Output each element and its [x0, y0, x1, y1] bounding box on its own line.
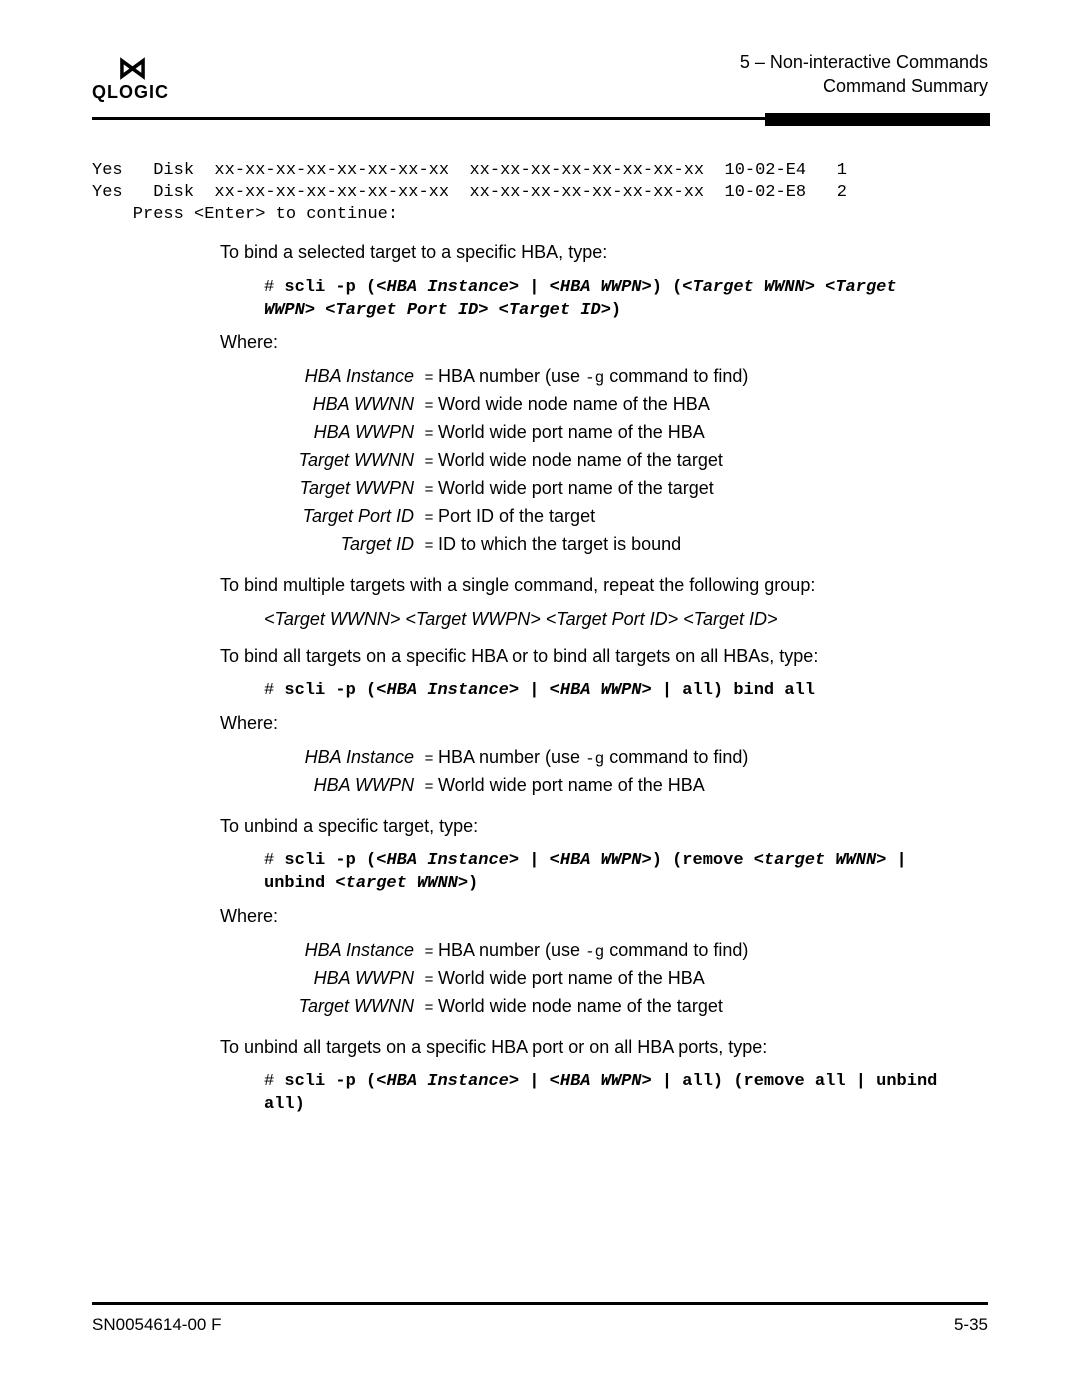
definition-desc: HBA number (use -g command to find) — [438, 744, 988, 772]
equals-sign: = — [420, 367, 438, 390]
equals-sign: = — [420, 969, 438, 992]
where-label: Where: — [220, 906, 988, 927]
definition-term: Target WWNN — [272, 993, 420, 1021]
paragraph: To unbind all targets on a specific HBA … — [220, 1035, 988, 1059]
page: ⋈ QLOGIC 5 – Non-interactive Commands Co… — [0, 0, 1080, 1397]
definition-row: HBA Instance=HBA number (use -g command … — [272, 363, 988, 391]
definition-row: HBA WWPN=World wide port name of the HBA — [272, 965, 988, 993]
equals-sign: = — [420, 395, 438, 418]
definition-desc: World wide port name of the HBA — [438, 772, 988, 800]
chapter-title: 5 – Non-interactive Commands — [740, 50, 988, 74]
definition-desc: HBA number (use -g command to find) — [438, 937, 988, 965]
definition-desc: Port ID of the target — [438, 503, 988, 531]
console-line: Yes Disk xx-xx-xx-xx-xx-xx-xx-xx xx-xx-x… — [92, 183, 847, 202]
definition-desc: World wide node name of the target — [438, 993, 988, 1021]
definition-row: HBA Instance=HBA number (use -g command … — [272, 937, 988, 965]
definition-term: Target ID — [272, 531, 420, 559]
definition-term: HBA WWPN — [272, 419, 420, 447]
definition-desc: ID to which the target is bound — [438, 531, 988, 559]
definition-list: HBA Instance=HBA number (use -g command … — [272, 937, 988, 1021]
prompt: # — [264, 681, 284, 700]
definition-row: HBA WWPN=World wide port name of the HBA — [272, 772, 988, 800]
console-line: Press <Enter> to continue: — [92, 205, 398, 224]
where-label: Where: — [220, 713, 988, 734]
definition-term: Target WWNN — [272, 447, 420, 475]
prompt: # — [264, 1072, 284, 1091]
definition-row: Target ID=ID to which the target is boun… — [272, 531, 988, 559]
prompt: # — [264, 851, 284, 870]
paragraph: To bind a selected target to a specific … — [220, 240, 988, 264]
definition-term: HBA Instance — [272, 363, 420, 391]
command-block: # scli -p (<HBA Instance> | <HBA WWPN>) … — [264, 850, 948, 896]
paragraph: To bind multiple targets with a single c… — [220, 573, 988, 597]
definition-row: Target Port ID=Port ID of the target — [272, 503, 988, 531]
equals-sign: = — [420, 507, 438, 530]
paragraph: To unbind a specific target, type: — [220, 814, 988, 838]
footer-right: 5-35 — [954, 1315, 988, 1335]
definition-row: Target WWNN=World wide node name of the … — [272, 447, 988, 475]
definition-list: HBA Instance=HBA number (use -g command … — [272, 744, 988, 800]
definition-desc: World wide port name of the HBA — [438, 965, 988, 993]
definition-term: HBA WWPN — [272, 772, 420, 800]
equals-sign: = — [420, 776, 438, 799]
prompt: # — [264, 278, 284, 297]
header-titles: 5 – Non-interactive Commands Command Sum… — [740, 50, 988, 99]
equals-sign: = — [420, 451, 438, 474]
content: Yes Disk xx-xx-xx-xx-xx-xx-xx-xx xx-xx-x… — [92, 160, 988, 1117]
definition-row: HBA WWPN=World wide port name of the HBA — [272, 419, 988, 447]
definition-term: HBA WWPN — [272, 965, 420, 993]
equals-sign: = — [420, 423, 438, 446]
definition-desc: World wide port name of the target — [438, 475, 988, 503]
section-title: Command Summary — [740, 74, 988, 98]
definition-term: HBA Instance — [272, 744, 420, 772]
definition-desc: Word wide node name of the HBA — [438, 391, 988, 419]
header-blackbar — [765, 113, 990, 126]
logo: ⋈ QLOGIC — [92, 54, 169, 103]
definition-desc: World wide node name of the target — [438, 447, 988, 475]
repeat-group: <Target WWNN> <Target WWPN> <Target Port… — [264, 609, 988, 630]
definition-row: Target WWNN=World wide node name of the … — [272, 993, 988, 1021]
equals-sign: = — [420, 535, 438, 558]
definition-term: HBA WWNN — [272, 391, 420, 419]
definition-row: Target WWPN=World wide port name of the … — [272, 475, 988, 503]
equals-sign: = — [420, 997, 438, 1020]
equals-sign: = — [420, 941, 438, 964]
definition-row: HBA Instance=HBA number (use -g command … — [272, 744, 988, 772]
definition-desc: HBA number (use -g command to find) — [438, 363, 988, 391]
definition-desc: World wide port name of the HBA — [438, 419, 988, 447]
page-footer: SN0054614-00 F 5-35 — [92, 1302, 988, 1335]
command-block: # scli -p (<HBA Instance> | <HBA WWPN>) … — [264, 277, 948, 323]
definition-term: HBA Instance — [272, 937, 420, 965]
console-line: Yes Disk xx-xx-xx-xx-xx-xx-xx-xx xx-xx-x… — [92, 161, 847, 180]
paragraph: To bind all targets on a specific HBA or… — [220, 644, 988, 668]
command-block: # scli -p (<HBA Instance> | <HBA WWPN> |… — [264, 680, 948, 703]
equals-sign: = — [420, 748, 438, 771]
definition-list: HBA Instance=HBA number (use -g command … — [272, 363, 988, 558]
page-header: ⋈ QLOGIC 5 – Non-interactive Commands Co… — [92, 50, 988, 120]
console-output: Yes Disk xx-xx-xx-xx-xx-xx-xx-xx xx-xx-x… — [92, 160, 988, 226]
logo-icon: ⋈ — [118, 54, 144, 84]
definition-term: Target Port ID — [272, 503, 420, 531]
command-block: # scli -p (<HBA Instance> | <HBA WWPN> |… — [264, 1071, 948, 1117]
footer-left: SN0054614-00 F — [92, 1315, 221, 1335]
where-label: Where: — [220, 332, 988, 353]
equals-sign: = — [420, 479, 438, 502]
definition-row: HBA WWNN=Word wide node name of the HBA — [272, 391, 988, 419]
definition-term: Target WWPN — [272, 475, 420, 503]
logo-text: QLOGIC — [92, 82, 169, 103]
